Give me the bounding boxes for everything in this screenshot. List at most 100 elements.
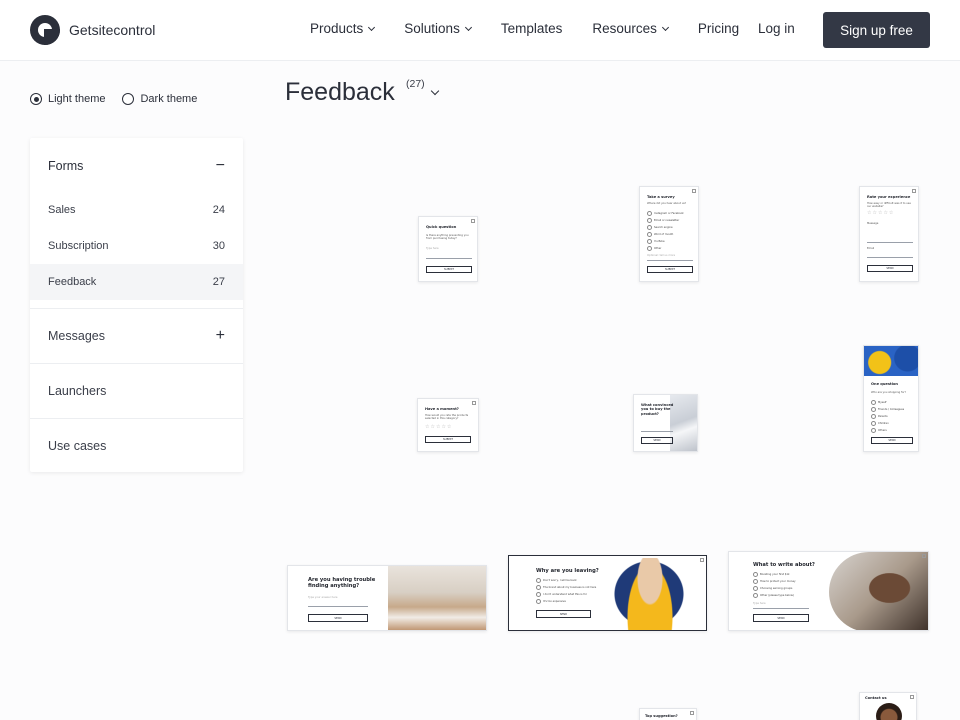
- card-option: Boosting your first $1k: [753, 572, 790, 577]
- use-cases-section-header[interactable]: Use cases: [30, 418, 243, 473]
- card-title: Quick question: [426, 225, 457, 229]
- template-card-take-a-survey[interactable]: Take a survey Where did you hear about u…: [639, 186, 699, 282]
- card-text: Is there anything preventing you from pu…: [426, 234, 469, 241]
- template-card-having-trouble[interactable]: Are you having trouble finding anything?…: [287, 565, 487, 631]
- template-card-what-convinced-you[interactable]: What convinced you to buy the product? S…: [633, 394, 698, 452]
- launchers-section-header[interactable]: Launchers: [30, 363, 243, 418]
- card-field-placeholder: Optional: tell us more: [647, 254, 676, 257]
- field-underline: [867, 242, 913, 243]
- close-icon: [700, 558, 704, 562]
- dark-theme-option[interactable]: Dark theme: [122, 93, 197, 105]
- expand-icon[interactable]: +: [216, 327, 225, 345]
- star-rating-icon: ☆☆☆☆☆: [867, 210, 895, 216]
- field-underline: [308, 606, 368, 607]
- site-header: Getsitecontrol Products Solutions Templa…: [0, 0, 960, 61]
- radio-selected-icon: [30, 93, 42, 105]
- card-title: Rate your experience: [867, 195, 911, 199]
- card-text: Who are you shopping for?: [871, 391, 906, 394]
- card-button: SEND: [871, 437, 913, 444]
- card-option: Don't worry, I will be back: [536, 578, 577, 583]
- nav-products[interactable]: Products: [310, 21, 376, 36]
- card-title: Have a moment?: [425, 407, 459, 411]
- signup-button[interactable]: Sign up free: [823, 12, 930, 48]
- chevron-down-icon[interactable]: [430, 86, 440, 96]
- template-card-one-question[interactable]: One question Who are you shopping for? M…: [863, 345, 919, 452]
- nav-templates[interactable]: Templates: [501, 21, 563, 36]
- nav-label: Products: [310, 21, 364, 36]
- sidebar-item-feedback[interactable]: Feedback 27: [30, 264, 243, 300]
- nav-label: Pricing: [697, 21, 740, 36]
- card-button: SUBMIT: [425, 436, 471, 443]
- field-underline: [641, 431, 673, 432]
- template-card-quick-question[interactable]: Quick question Is there anything prevent…: [418, 216, 478, 282]
- field-underline: [647, 260, 693, 261]
- close-icon: [690, 711, 694, 715]
- template-card-contact-us[interactable]: Contact us: [859, 692, 917, 720]
- card-title: Contact us: [865, 696, 887, 700]
- card-button: SUBMIT: [647, 266, 693, 273]
- card-option: Search engine: [647, 225, 673, 230]
- template-card-rate-your-experience[interactable]: Rate your experience How easy or difficu…: [859, 186, 919, 282]
- card-option: Myself: [871, 400, 886, 405]
- card-title: What to write about?: [753, 562, 815, 568]
- template-card-what-to-write-about[interactable]: What to write about? Boosting your first…: [728, 551, 929, 631]
- nav-resources[interactable]: Resources: [592, 21, 669, 36]
- card-field-placeholder: Type your answer here: [308, 596, 338, 599]
- card-button: SEND: [867, 265, 913, 272]
- light-theme-option[interactable]: Light theme: [30, 93, 105, 105]
- messages-section-header[interactable]: Messages +: [30, 308, 243, 363]
- card-option: How to protect your money: [753, 579, 796, 584]
- card-option: Word of mouth: [647, 232, 673, 237]
- forms-section-header[interactable]: Forms −: [30, 138, 243, 193]
- sidebar-item-label: Feedback: [48, 276, 97, 288]
- card-button: SEND: [641, 437, 673, 444]
- dark-theme-label: Dark theme: [140, 93, 198, 105]
- brand-logo[interactable]: Getsitecontrol: [30, 15, 155, 45]
- card-title: What convinced you to buy the product?: [641, 403, 674, 416]
- main-nav: Products Solutions Templates Resources P…: [310, 21, 769, 36]
- card-option: It's too expensive: [536, 599, 566, 604]
- sidebar-item-sales[interactable]: Sales 24: [30, 192, 243, 228]
- card-field-placeholder: Type here: [753, 602, 766, 605]
- card-text: How easy or difficult was it to use our …: [867, 202, 911, 209]
- person-reading-photo: [829, 552, 928, 630]
- card-option: Children: [871, 421, 889, 426]
- chevron-down-icon: [368, 23, 376, 31]
- template-card-why-leaving[interactable]: Why are you leaving? Don't worry, I will…: [508, 555, 707, 631]
- card-option: YouTube: [647, 239, 665, 244]
- launchers-label: Launchers: [48, 384, 107, 398]
- card-text: How would you rate the products selected…: [425, 414, 469, 421]
- card-option: Instagram or Facebook: [647, 211, 684, 216]
- collapse-icon[interactable]: −: [216, 157, 225, 175]
- messages-label: Messages: [48, 329, 105, 343]
- nav-label: Templates: [500, 21, 563, 36]
- nav-solutions[interactable]: Solutions: [404, 21, 472, 36]
- close-icon: [922, 554, 926, 558]
- card-option: Others: [871, 428, 887, 433]
- card-text: Where did you hear about us?: [647, 202, 687, 205]
- template-card-have-a-moment[interactable]: Have a moment? How would you rate the pr…: [417, 398, 479, 452]
- card-button: SEND: [308, 614, 368, 622]
- sidebar-item-count: 27: [212, 276, 225, 288]
- nav-pricing[interactable]: Pricing: [698, 21, 739, 36]
- page-title: Feedback: [285, 78, 395, 106]
- card-option: Other: [647, 246, 661, 251]
- star-rating-icon: ☆☆☆☆☆: [425, 424, 453, 430]
- login-link[interactable]: Log in: [758, 21, 795, 36]
- card-title: Are you having trouble finding anything?: [308, 577, 376, 590]
- template-card-top-suggestion[interactable]: Top suggestion?: [639, 708, 697, 720]
- card-option: Parents: [871, 414, 888, 419]
- sidebar-item-count: 30: [212, 240, 225, 252]
- card-button: SEND: [753, 614, 809, 622]
- close-icon: [472, 401, 476, 405]
- card-title: One question: [871, 382, 898, 386]
- sidebar-item-subscription[interactable]: Subscription 30: [30, 228, 243, 264]
- sidebar-item-count: 24: [212, 204, 225, 216]
- card-button: SUBMIT: [426, 266, 472, 273]
- card-title: Why are you leaving?: [536, 568, 599, 574]
- chevron-down-icon: [464, 23, 472, 31]
- sidebar-item-label: Subscription: [48, 240, 109, 252]
- field-underline: [753, 608, 809, 609]
- forms-label: Forms: [48, 158, 84, 173]
- close-icon: [471, 219, 475, 223]
